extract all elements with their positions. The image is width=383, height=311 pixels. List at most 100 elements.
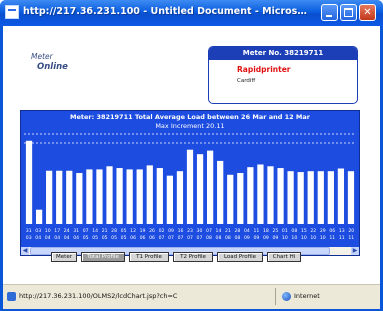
chart-bar [156, 168, 163, 224]
chart-bar [35, 209, 43, 224]
x-tick-label-month: 11 [348, 235, 354, 241]
x-tick-label-month: 11 [339, 235, 345, 241]
meter-number-heading: Meter No. 38219711 [209, 47, 357, 60]
chart-bar [136, 169, 143, 224]
chart-bar [196, 154, 204, 224]
scroll-left-icon[interactable]: ◀ [21, 247, 29, 255]
x-tick-label-day: 02 [159, 228, 165, 234]
x-tick-label-day: 29 [320, 228, 326, 234]
x-tick-label-month: 10 [310, 235, 316, 241]
tab-t1-profile[interactable]: T1 Profile [129, 252, 169, 262]
x-tick-label-month: 09 [244, 235, 250, 241]
x-tick-label-month: 07 [168, 235, 174, 241]
chart-bar [337, 168, 345, 224]
internet-globe-icon [282, 292, 291, 301]
x-tick-label-month: 10 [320, 235, 326, 241]
load-chart: 31 03 10 17 24 31 07 14 21 28 05 12 19 26 02 09 16 23 30 07… [24, 133, 356, 241]
x-tick-label-month: 04 [35, 235, 41, 241]
x-tick-label-day: 10 [45, 228, 51, 234]
chart-bar [25, 140, 33, 224]
title-bar[interactable]: http://217.36.231.100 - Untitled Documen… [0, 0, 383, 26]
chart-bar [237, 172, 244, 224]
chart-bar [227, 174, 234, 224]
tab-load-profile[interactable]: Load Profile [217, 252, 263, 262]
x-tick-label-month: 04 [64, 235, 70, 241]
x-tick-label-day: 01 [282, 228, 288, 234]
x-tick-label-day: 23 [187, 228, 193, 234]
page-content: Meter Online Meter No. 38219711 Rapidpri… [3, 26, 380, 284]
x-tick-label-day: 17 [54, 228, 60, 234]
x-tick-label-month: 10 [301, 235, 307, 241]
x-tick-label-month: 09 [272, 235, 278, 241]
browser-window: http://217.36.231.100 - Untitled Documen… [0, 0, 383, 311]
x-tick-label-month: 06 [130, 235, 136, 241]
status-divider [275, 288, 276, 305]
x-tick-label-day: 24 [64, 228, 70, 234]
chart-bar [126, 169, 133, 224]
chart-bar [96, 169, 103, 224]
chart-bar [287, 171, 294, 224]
x-tick-label-month: 04 [73, 235, 79, 241]
chart-bar [247, 167, 254, 224]
close-icon: ✕ [363, 7, 372, 18]
x-tick-label-day: 14 [92, 228, 98, 234]
x-tick-label-day: 31 [26, 228, 32, 234]
chart-bar [56, 170, 63, 224]
tab-chart-hi[interactable]: Chart Hi [267, 252, 301, 262]
x-tick-label-day: 26 [149, 228, 155, 234]
x-tick-label-day: 28 [111, 228, 117, 234]
x-tick-label-day: 21 [102, 228, 108, 234]
x-tick-label-day: 09 [168, 228, 174, 234]
x-tick-label-month: 04 [45, 235, 51, 241]
tab-total-profile[interactable]: Total Profile [81, 252, 125, 262]
chart-bar [106, 166, 113, 224]
maximize-button[interactable] [340, 4, 357, 21]
scroll-right-icon[interactable]: ▶ [351, 247, 359, 255]
ie-page-icon [5, 5, 19, 19]
x-tick-label-month: 08 [225, 235, 231, 241]
x-tick-label-month: 10 [291, 235, 297, 241]
x-tick-label-day: 08 [291, 228, 297, 234]
chart-bar [267, 166, 274, 224]
x-tick-label-month: 09 [263, 235, 269, 241]
close-button[interactable]: ✕ [359, 4, 376, 21]
x-tick-label-day: 06 [329, 228, 335, 234]
x-tick-label-day: 03 [35, 228, 41, 234]
chart-subtitle: Max Increment 20.11 [155, 122, 225, 130]
customer-location: Cardiff [237, 78, 256, 84]
x-tick-label-day: 04 [244, 228, 250, 234]
chart-bar [166, 175, 173, 224]
x-tick-label-day: 13 [339, 228, 345, 234]
tab-t2-profile[interactable]: T2 Profile [173, 252, 213, 262]
x-tick-label-day: 19 [140, 228, 146, 234]
x-tick-label-day: 05 [121, 228, 127, 234]
customer-name: Rapidprinter [237, 65, 291, 74]
x-tick-label-month: 09 [253, 235, 259, 241]
x-tick-label-month: 03 [26, 235, 32, 241]
x-tick-label-month: 06 [140, 235, 146, 241]
load-chart-panel: 31 03 10 17 24 31 07 14 21 28 05 12 19 26 02 09 16 23 30 07… [20, 110, 360, 256]
x-tick-label-day: 14 [216, 228, 222, 234]
tab-meter[interactable]: Meter [51, 252, 77, 262]
x-tick-label-day: 18 [263, 228, 269, 234]
chart-bar [76, 172, 83, 224]
chart-bar [297, 172, 304, 224]
x-tick-label-month: 10 [282, 235, 288, 241]
minimize-button[interactable] [321, 4, 338, 21]
x-tick-label-month: 05 [92, 235, 98, 241]
x-tick-label-month: 07 [159, 235, 165, 241]
x-tick-label-day: 21 [225, 228, 231, 234]
page-status-icon [7, 292, 16, 301]
chart-bar [327, 171, 334, 224]
x-tick-label-day: 12 [130, 228, 136, 234]
chart-bar [86, 169, 93, 224]
x-tick-label-month: 08 [216, 235, 222, 241]
x-tick-label-month: 05 [121, 235, 127, 241]
x-tick-label-day: 16 [178, 228, 184, 234]
x-tick-label-month: 07 [178, 235, 184, 241]
minimize-icon [326, 15, 332, 17]
x-tick-label-month: 05 [83, 235, 89, 241]
x-tick-label-month: 07 [197, 235, 203, 241]
security-zone: Internet [294, 292, 320, 300]
chart-title: Meter: 38219711 Total Average Load betwe… [69, 113, 310, 121]
